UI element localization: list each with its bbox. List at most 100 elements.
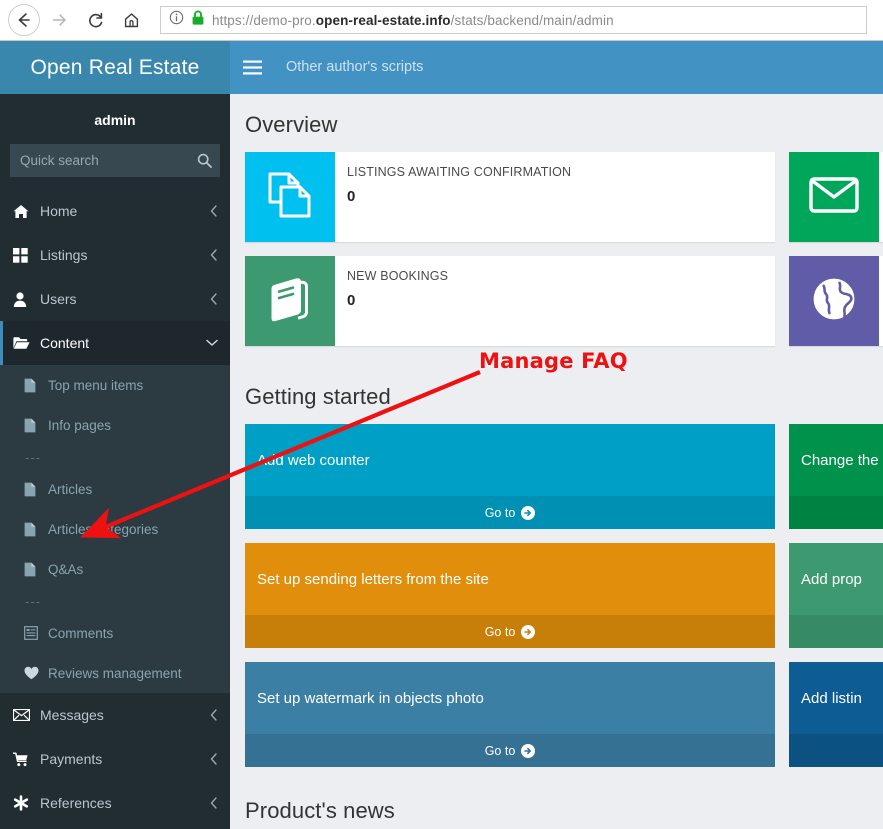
info-box-listings-awaiting[interactable]: LISTINGS AWAITING CONFIRMATION 0	[245, 152, 775, 242]
url-text: https://demo-pro.open-real-estate.info/s…	[212, 13, 614, 28]
envelope-icon	[809, 175, 859, 220]
info-box-body	[879, 152, 883, 242]
home-button[interactable]	[114, 3, 148, 37]
browser-nav-buttons	[0, 3, 148, 37]
book-icon	[268, 276, 312, 327]
address-bar[interactable]: https://demo-pro.open-real-estate.info/s…	[160, 6, 867, 34]
arrow-right-icon	[50, 11, 68, 29]
arrow-circle-right-icon	[521, 624, 536, 639]
info-box-messages[interactable]	[789, 152, 883, 242]
overview-col-right	[789, 152, 883, 360]
gs-goto-label: Go to	[484, 743, 516, 758]
file-icon	[24, 482, 46, 497]
info-box-body: LISTINGS AWAITING CONFIRMATION 0	[335, 152, 775, 242]
chevron-down-icon	[206, 339, 218, 347]
sidebar-item-label: Users	[40, 291, 77, 307]
url-subdomain: demo-pro.	[253, 12, 316, 28]
info-box-globe[interactable]	[789, 256, 883, 346]
sidebar-subitem-label: Comments	[48, 625, 114, 641]
folder-open-icon	[13, 336, 37, 350]
gs-goto-button[interactable]: Go to	[245, 496, 775, 529]
sidebar-item-listings[interactable]: Listings	[0, 233, 230, 277]
overview-col-left: LISTINGS AWAITING CONFIRMATION 0 NEW BOO…	[245, 152, 775, 360]
page-title-product-news: Product's news	[245, 798, 395, 823]
back-button[interactable]	[8, 4, 40, 36]
reload-icon	[86, 11, 105, 30]
sidebar-item-references[interactable]: References	[0, 781, 230, 825]
asterisk-icon	[13, 795, 37, 811]
sidebar-item-label: Payments	[40, 751, 103, 767]
gs-box-watermark[interactable]: Set up watermark in objects photo Go to	[245, 662, 775, 767]
copy-files-icon	[267, 171, 313, 224]
gs-goto-label: Go to	[484, 624, 516, 639]
sidebar-item-payments[interactable]: Payments	[0, 737, 230, 781]
gs-box-add-property[interactable]: Add prop Go to	[789, 543, 883, 648]
gs-goto-button[interactable]: Go to	[245, 734, 775, 767]
gs-box-add-web-counter[interactable]: Add web counter Go to	[245, 424, 775, 529]
gs-box-add-listing[interactable]: Add listin Go to	[789, 662, 883, 767]
getting-started-col-left: Add web counter Go to Set up sending let…	[245, 424, 775, 781]
getting-started-row: Add web counter Go to Set up sending let…	[245, 424, 883, 781]
chevron-left-icon	[210, 293, 218, 305]
sidebar-subitem-qas[interactable]: Q&As	[0, 549, 230, 589]
info-circle-icon[interactable]	[169, 10, 184, 30]
hamburger-menu-icon[interactable]	[230, 41, 274, 94]
chevron-left-icon	[210, 797, 218, 809]
file-icon	[24, 522, 46, 537]
sidebar-subitem-articles[interactable]: Articles	[0, 469, 230, 509]
comments-list-icon	[24, 626, 46, 640]
sidebar-item-messages[interactable]: Messages	[0, 693, 230, 737]
sidebar-subitem-info-pages[interactable]: Info pages	[0, 405, 230, 445]
navbar-right: Other author's scripts	[230, 41, 883, 94]
main-content: Overview LISTINGS AWAITING CONFIRMATION …	[230, 94, 883, 829]
gs-goto-button[interactable]: Go to	[789, 734, 883, 767]
sidebar-subitem-top-menu-items[interactable]: Top menu items	[0, 365, 230, 405]
sidebar-item-content[interactable]: Content	[0, 321, 230, 365]
search-input[interactable]	[20, 153, 197, 168]
sidebar-item-users[interactable]: Users	[0, 277, 230, 321]
sidebar-subitem-articles-categories[interactable]: Articles categories	[0, 509, 230, 549]
brand-logo[interactable]: Open Real Estate	[0, 41, 230, 94]
file-icon	[24, 378, 46, 393]
info-box-body: NEW BOOKINGS 0	[335, 256, 775, 346]
url-domain: open-real-estate.info	[315, 12, 451, 28]
sidebar-item-label: Content	[40, 335, 90, 351]
nav-link-other-scripts[interactable]: Other author's scripts	[274, 41, 435, 94]
arrow-circle-right-icon	[521, 505, 536, 520]
page-title-overview: Overview	[245, 112, 338, 137]
quick-search-box[interactable]	[10, 144, 220, 177]
reload-button[interactable]	[78, 3, 112, 37]
gs-box-sending-letters[interactable]: Set up sending letters from the site Go …	[245, 543, 775, 648]
grid-icon	[13, 247, 37, 263]
gs-goto-button[interactable]: Go to	[789, 496, 883, 529]
sidebar-subitem-reviews-management[interactable]: Reviews management	[0, 653, 230, 693]
gs-goto-button[interactable]: Go to	[789, 615, 883, 648]
envelope-icon	[13, 709, 37, 721]
chevron-left-icon	[210, 753, 218, 765]
sidebar-submenu-separator: ---	[25, 593, 41, 609]
sidebar-subitem-label: Articles categories	[48, 521, 159, 537]
gs-title: Change the	[801, 451, 879, 469]
arrow-left-icon	[15, 11, 33, 29]
sidebar-subitem-comments[interactable]: Comments	[0, 613, 230, 653]
sidebar-item-settings[interactable]: Settings	[0, 825, 230, 829]
sidebar-item-home[interactable]: Home	[0, 189, 230, 233]
gs-box-change-theme[interactable]: Change the Go to	[789, 424, 883, 529]
app-navbar: Open Real Estate Other author's scripts	[0, 41, 883, 94]
forward-button[interactable]	[42, 3, 76, 37]
sidebar-item-label: Home	[40, 203, 78, 219]
gs-goto-button[interactable]: Go to	[245, 615, 775, 648]
info-box-new-bookings[interactable]: NEW BOOKINGS 0	[245, 256, 775, 346]
gs-title: Add prop	[801, 570, 862, 588]
home-icon	[122, 11, 141, 30]
sidebar: admin Home	[0, 94, 230, 829]
arrow-circle-right-icon	[521, 743, 536, 758]
info-box-body	[879, 256, 883, 346]
sidebar-user-name: admin	[94, 112, 136, 128]
search-icon[interactable]	[197, 153, 212, 168]
sidebar-item-label: Messages	[40, 707, 104, 723]
sidebar-submenu-separator: ---	[25, 449, 41, 465]
sidebar-subitem-label: Articles	[48, 481, 93, 497]
sidebar-submenu-content: Top menu items Info pages --- Articles A…	[0, 365, 230, 693]
app-shell: Open Real Estate Other author's scripts …	[0, 41, 883, 829]
